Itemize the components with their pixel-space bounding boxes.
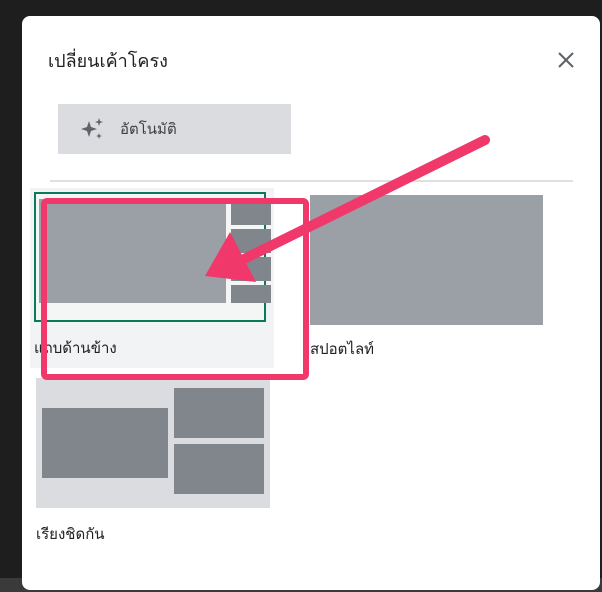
layout-label-sidebar: แถบด้านข้าง xyxy=(34,339,117,357)
thumbnail-side-tile xyxy=(231,199,271,225)
section-divider xyxy=(50,180,573,182)
layout-option-sidebar[interactable]: แถบด้านข้าง xyxy=(30,188,274,368)
close-icon xyxy=(558,52,574,68)
thumbnail-side-tile xyxy=(231,229,271,253)
sidebar-layout-thumbnail xyxy=(34,192,271,322)
thumbnail-side-tile xyxy=(231,257,271,281)
dialog-title: เปลี่ยนเค้าโครง xyxy=(48,51,168,72)
layout-option-spotlight[interactable]: สปอตไลท์ xyxy=(308,195,544,375)
thumbnail-tile xyxy=(42,408,168,478)
tiled-layout-thumbnail xyxy=(36,378,270,508)
sparkle-icon xyxy=(81,118,103,139)
layout-label-spotlight: สปอตไลท์ xyxy=(310,340,375,358)
auto-layout-label: อัตโนมัติ xyxy=(120,120,177,138)
close-button[interactable] xyxy=(552,46,580,74)
thumbnail-side-tile xyxy=(231,285,271,303)
layout-option-tiled[interactable]: เรียงชิดกัน xyxy=(36,378,272,558)
auto-layout-button[interactable]: อัตโนมัติ xyxy=(58,104,291,154)
layout-label-tiled: เรียงชิดกัน xyxy=(36,525,105,543)
thumbnail-tile xyxy=(174,444,264,494)
thumbnail-main-tile xyxy=(39,199,226,303)
spotlight-layout-thumbnail xyxy=(310,195,543,325)
thumbnail-tile xyxy=(174,388,264,438)
